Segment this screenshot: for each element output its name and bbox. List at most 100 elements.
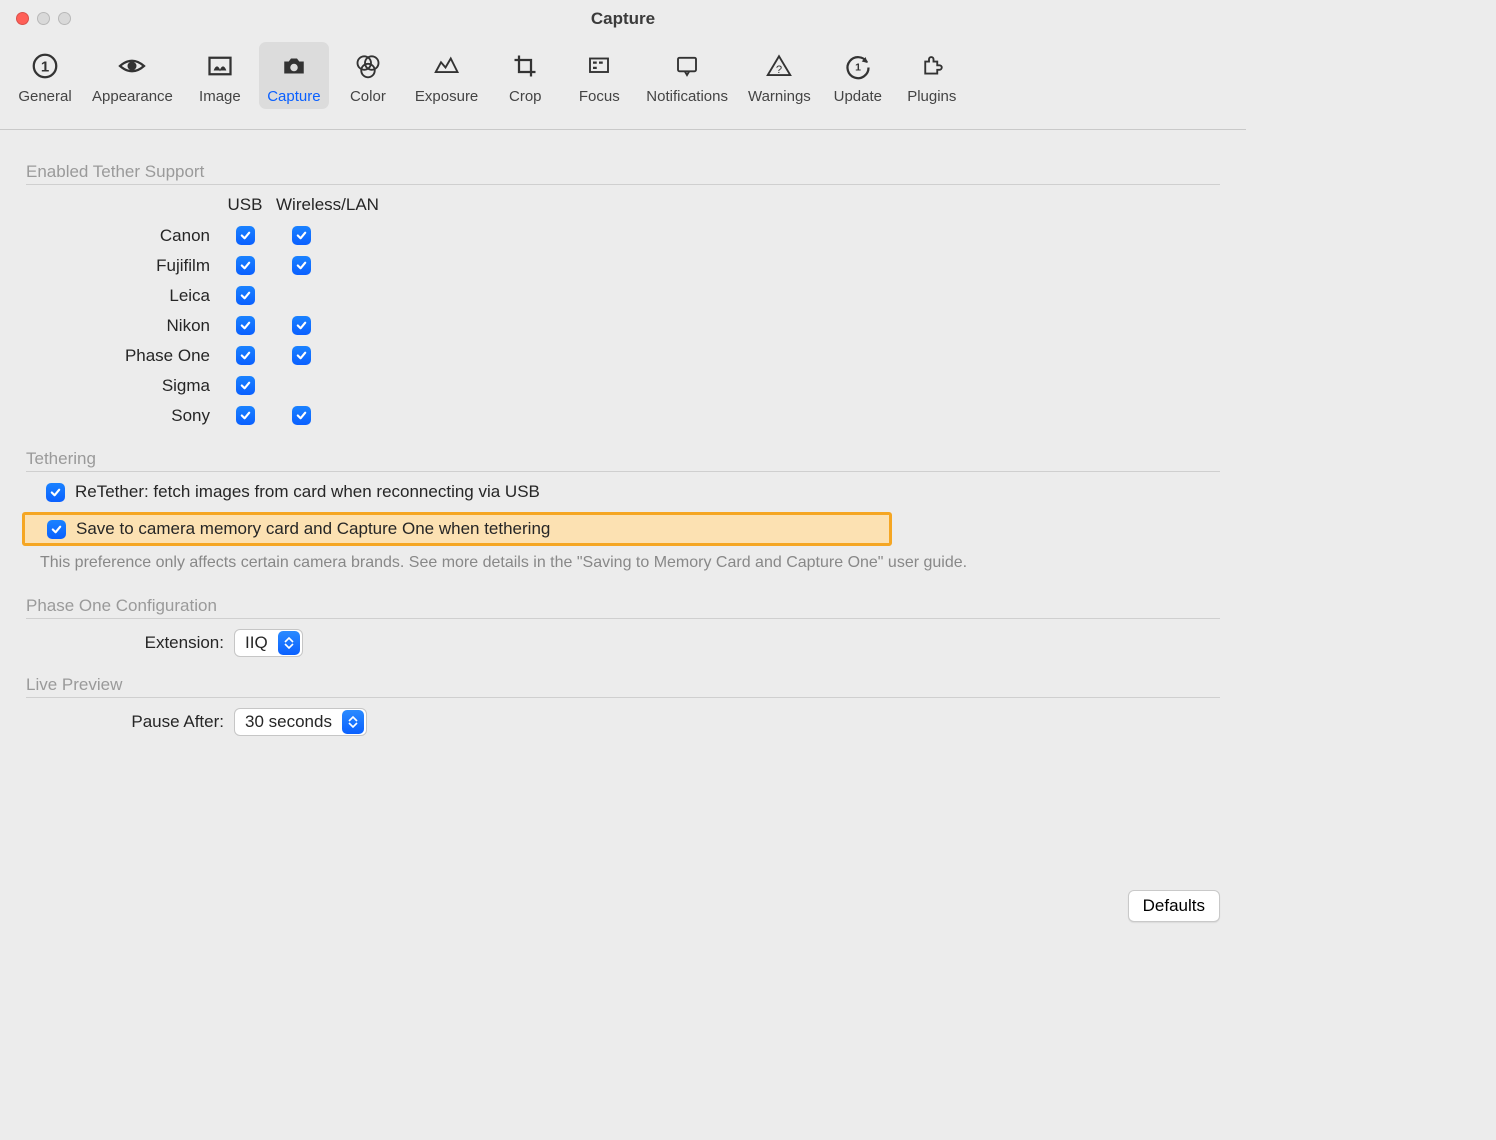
svg-text:1: 1 (41, 58, 49, 75)
pause-after-row: Pause After: 30 seconds (86, 708, 1220, 736)
extension-row: Extension: IIQ (86, 629, 1220, 657)
tether-checkbox[interactable] (236, 376, 255, 395)
retether-checkbox[interactable] (46, 483, 65, 502)
tab-appearance[interactable]: Appearance (84, 42, 181, 109)
retether-label: ReTether: fetch images from card when re… (75, 482, 540, 502)
tab-update[interactable]: 1 Update (823, 42, 893, 109)
crop-icon (507, 48, 543, 84)
tab-label: Capture (267, 88, 320, 105)
tab-plugins[interactable]: Plugins (897, 42, 967, 109)
brand-label: Sigma (70, 376, 222, 396)
color-icon (350, 48, 386, 84)
brand-label: Nikon (70, 316, 222, 336)
image-icon (202, 48, 238, 84)
brand-label: Sony (70, 406, 222, 426)
table-row: Fujifilm (70, 251, 1220, 281)
tether-checkbox[interactable] (236, 286, 255, 305)
table-header: USB Wireless/LAN (70, 195, 1220, 215)
tab-exposure[interactable]: Exposure (407, 42, 486, 109)
table-row: Sigma (70, 371, 1220, 401)
retether-row: ReTether: fetch images from card when re… (46, 482, 1220, 502)
tether-checkbox[interactable] (292, 256, 311, 275)
save-to-card-label: Save to camera memory card and Capture O… (76, 519, 550, 539)
section-live-preview-title: Live Preview (26, 675, 1220, 698)
brand-label: Leica (70, 286, 222, 306)
tether-checkbox[interactable] (292, 226, 311, 245)
select-stepper-icon (278, 631, 300, 655)
table-row: Canon (70, 221, 1220, 251)
tab-label: Color (350, 88, 386, 105)
zoom-button[interactable] (58, 12, 71, 25)
tab-label: Image (199, 88, 241, 105)
tab-label: Exposure (415, 88, 478, 105)
preferences-toolbar: 1 General Appearance Image Capture (0, 38, 1246, 130)
focus-icon (581, 48, 617, 84)
pause-after-label: Pause After: (86, 712, 224, 732)
tab-label: General (18, 88, 71, 105)
extension-value: IIQ (235, 633, 276, 653)
brand-label: Canon (70, 226, 222, 246)
tab-general[interactable]: 1 General (10, 42, 80, 109)
titlebar: Capture (0, 0, 1246, 38)
save-to-card-row: Save to camera memory card and Capture O… (22, 512, 892, 546)
update-icon: 1 (840, 48, 876, 84)
tab-image[interactable]: Image (185, 42, 255, 109)
tab-crop[interactable]: Crop (490, 42, 560, 109)
save-to-card-checkbox[interactable] (47, 520, 66, 539)
eye-icon (114, 48, 150, 84)
tab-label: Focus (579, 88, 620, 105)
tab-label: Crop (509, 88, 542, 105)
extension-label: Extension: (86, 633, 224, 653)
general-icon: 1 (27, 48, 63, 84)
warnings-icon: ? (761, 48, 797, 84)
tab-warnings[interactable]: ? Warnings (740, 42, 819, 109)
window-controls (16, 12, 71, 25)
column-wireless: Wireless/LAN (268, 195, 408, 215)
tether-checkbox[interactable] (292, 316, 311, 335)
svg-text:?: ? (776, 64, 782, 76)
minimize-button[interactable] (37, 12, 50, 25)
tab-label: Warnings (748, 88, 811, 105)
notifications-icon (669, 48, 705, 84)
content-area: Enabled Tether Support USB Wireless/LAN … (0, 130, 1246, 736)
tab-color[interactable]: Color (333, 42, 403, 109)
table-row: Sony (70, 401, 1220, 431)
pause-after-select[interactable]: 30 seconds (234, 708, 367, 736)
table-row: Phase One (70, 341, 1220, 371)
select-stepper-icon (342, 710, 364, 734)
tether-checkbox[interactable] (236, 406, 255, 425)
section-tethering-title: Tethering (26, 449, 1220, 472)
exposure-icon (429, 48, 465, 84)
tether-checkbox[interactable] (292, 406, 311, 425)
tab-notifications[interactable]: Notifications (638, 42, 736, 109)
table-row: Leica (70, 281, 1220, 311)
extension-select[interactable]: IIQ (234, 629, 303, 657)
defaults-button[interactable]: Defaults (1128, 890, 1220, 922)
brand-label: Phase One (70, 346, 222, 366)
plugins-icon (914, 48, 950, 84)
pause-after-value: 30 seconds (235, 712, 340, 732)
tab-label: Plugins (907, 88, 956, 105)
tether-checkbox[interactable] (236, 226, 255, 245)
brand-label: Fujifilm (70, 256, 222, 276)
tab-focus[interactable]: Focus (564, 42, 634, 109)
tether-checkbox[interactable] (236, 346, 255, 365)
close-button[interactable] (16, 12, 29, 25)
section-phase-one-title: Phase One Configuration (26, 596, 1220, 619)
tab-label: Notifications (646, 88, 728, 105)
tab-capture[interactable]: Capture (259, 42, 329, 109)
svg-text:1: 1 (855, 62, 861, 74)
tab-label: Update (834, 88, 882, 105)
tether-checkbox[interactable] (236, 316, 255, 335)
section-tether-support-title: Enabled Tether Support (26, 162, 1220, 185)
tab-label: Appearance (92, 88, 173, 105)
window-title: Capture (591, 9, 655, 29)
tether-checkbox[interactable] (236, 256, 255, 275)
table-row: Nikon (70, 311, 1220, 341)
column-usb: USB (222, 195, 268, 215)
tethering-note: This preference only affects certain cam… (26, 546, 1220, 578)
preferences-window: Capture 1 General Appearance Image C (0, 0, 1246, 948)
camera-icon (276, 48, 312, 84)
tether-support-table: USB Wireless/LAN Canon Fujifilm Leica Nikon… (70, 195, 1220, 431)
tether-checkbox[interactable] (292, 346, 311, 365)
